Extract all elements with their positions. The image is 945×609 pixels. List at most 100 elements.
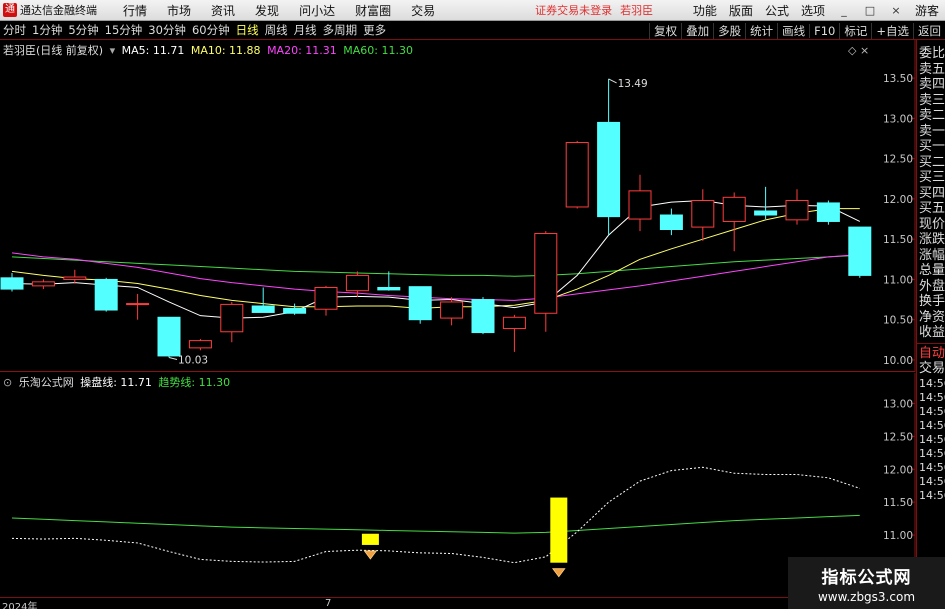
candle-body [63, 276, 87, 280]
side-label-eps[interactable]: 收益 [917, 325, 945, 341]
indicator-chevron-icon[interactable]: ⊙ [3, 376, 12, 389]
menu-discover[interactable]: 发现 [255, 2, 279, 19]
side-time-6: 14:56 [919, 446, 945, 460]
menu-market-quotes[interactable]: 行情 [123, 2, 147, 19]
candle-body [502, 316, 526, 330]
side-label-ask1[interactable]: 卖一 [917, 124, 945, 140]
price-tick-label: 11.00 [883, 274, 913, 286]
side-label-order-ratio[interactable]: 委比 [917, 46, 945, 62]
draw-line-button[interactable]: 画线 [777, 22, 809, 39]
side-label-turnover[interactable]: 换手 [917, 294, 945, 310]
period-1min[interactable]: 1分钟 [29, 22, 65, 38]
back-button[interactable]: 返回 [913, 22, 945, 39]
indicator-tick-label: 11.00 [883, 530, 913, 542]
side-label-ask3[interactable]: 卖三 [917, 93, 945, 109]
period-daily[interactable]: 日线 [233, 22, 262, 38]
add-watchlist-button[interactable]: +自选 [871, 22, 913, 39]
side-label-price[interactable]: 现价 [917, 217, 945, 233]
side-time-7: 14:56 [919, 460, 945, 474]
date-axis: 2024年 7 [0, 597, 915, 609]
user-label[interactable]: 游客 [915, 2, 939, 19]
app-title: 通达信金融终端 [20, 4, 97, 17]
candle-body [440, 301, 464, 319]
mark-button[interactable]: 标记 [839, 22, 871, 39]
high-pointer [608, 78, 617, 84]
date-label-month: 7 [325, 598, 332, 609]
candle-body [722, 196, 746, 222]
price-tick-label: 12.50 [883, 154, 913, 166]
period-multi[interactable]: 多周期 [320, 22, 361, 38]
side-time-5: 14:56 [919, 432, 945, 446]
side-label-ask4[interactable]: 卖四 [917, 77, 945, 93]
period-15min[interactable]: 15分钟 [102, 22, 146, 38]
side-label-volume[interactable]: 总量 [917, 263, 945, 279]
side-label-bid5[interactable]: 买五 [917, 201, 945, 217]
side-label-ask5[interactable]: 卖五 [917, 62, 945, 78]
period-30min[interactable]: 30分钟 [145, 22, 189, 38]
period-60min[interactable]: 60分钟 [189, 22, 233, 38]
side-time-2: 14:56 [919, 390, 945, 404]
overlay-button[interactable]: 叠加 [681, 22, 713, 39]
side-label-ask2[interactable]: 卖二 [917, 108, 945, 124]
menu-function[interactable]: 功能 [693, 2, 717, 19]
restore-rights-button[interactable]: 复权 [649, 22, 681, 39]
menu-ask[interactable]: 问小达 [299, 2, 335, 19]
side-time-4: 14:56 [919, 418, 945, 432]
candle-body [785, 200, 809, 221]
period-5min[interactable]: 5分钟 [65, 22, 101, 38]
price-tick-label: 11.50 [883, 234, 913, 246]
signal-bar [550, 497, 568, 563]
menu-options[interactable]: 选项 [801, 2, 825, 19]
side-label-bid4[interactable]: 买四 [917, 186, 945, 202]
stock-tag: 若羽臣 [620, 4, 654, 17]
multi-stock-button[interactable]: 多股 [713, 22, 745, 39]
candle-body [754, 210, 778, 216]
signal-diamond-icon [552, 568, 566, 578]
menu-layout[interactable]: 版面 [729, 2, 753, 19]
signal-bar [361, 533, 379, 545]
side-label-nav[interactable]: 净资 [917, 310, 945, 326]
period-intraday[interactable]: 分时 [0, 22, 29, 38]
candle-body [157, 316, 181, 357]
menu-trade[interactable]: 交易 [411, 2, 435, 19]
menu-market[interactable]: 市场 [167, 2, 191, 19]
maximize-icon[interactable]: □ [863, 4, 877, 17]
side-label-bid1[interactable]: 买一 [917, 139, 945, 155]
price-tick-label: 10.50 [883, 315, 913, 327]
f10-button[interactable]: F10 [809, 23, 839, 38]
minimize-icon[interactable]: _ [837, 4, 851, 17]
high-price-label: 13.49 [618, 78, 648, 90]
indicator-name: 乐淘公式网 [18, 376, 74, 389]
chevron-down-icon[interactable]: ▾ [110, 44, 116, 57]
period-weekly[interactable]: 周线 [262, 22, 291, 38]
close-icon[interactable]: × [889, 4, 903, 17]
menu-wealth[interactable]: 财富圈 [355, 2, 391, 19]
menu-news[interactable]: 资讯 [211, 2, 235, 19]
login-status[interactable]: 证券交易未登录 [535, 2, 612, 18]
candle-body [94, 278, 118, 311]
side-label-bid3[interactable]: 买三 [917, 170, 945, 186]
side-label-outer[interactable]: 外盘 [917, 279, 945, 295]
ma20-label: MA20: 11.31 [267, 44, 337, 57]
indicator-tick-label: 12.00 [883, 464, 913, 476]
side-label-bid2[interactable]: 买二 [917, 155, 945, 171]
ma20-line [11, 252, 860, 301]
watermark-title: 指标公式网 [821, 568, 912, 588]
period-more[interactable]: 更多 [360, 22, 389, 38]
kline-chart[interactable]: 若羽臣(日线 前复权) ▾ MA5: 11.71 MA10: 11.88 MA2… [0, 40, 916, 372]
period-monthly[interactable]: 月线 [291, 22, 320, 38]
indicator-chart[interactable]: ⊙ 乐淘公式网 操盘线: 11.71 趋势线: 11.30 10.5011.00… [0, 373, 916, 597]
side-time-1: 14:56 [919, 376, 945, 390]
side-label-change-pct[interactable]: 涨幅 [917, 248, 945, 264]
stats-button[interactable]: 统计 [745, 22, 777, 39]
ma10-line [11, 208, 860, 309]
side-trade-label[interactable]: 交易 [917, 361, 945, 377]
side-auto-label[interactable]: 自动 [917, 346, 945, 362]
ma5-label: MA5: 11.71 [121, 44, 185, 57]
candle-body [659, 214, 683, 231]
side-label-change[interactable]: 涨跌 [917, 232, 945, 248]
ma10-label: MA10: 11.88 [190, 44, 261, 57]
main-legend: 若羽臣(日线 前复权) ▾ MA5: 11.71 MA10: 11.88 MA2… [3, 42, 416, 58]
menu-formula[interactable]: 公式 [765, 2, 789, 19]
candle-body [188, 340, 212, 349]
